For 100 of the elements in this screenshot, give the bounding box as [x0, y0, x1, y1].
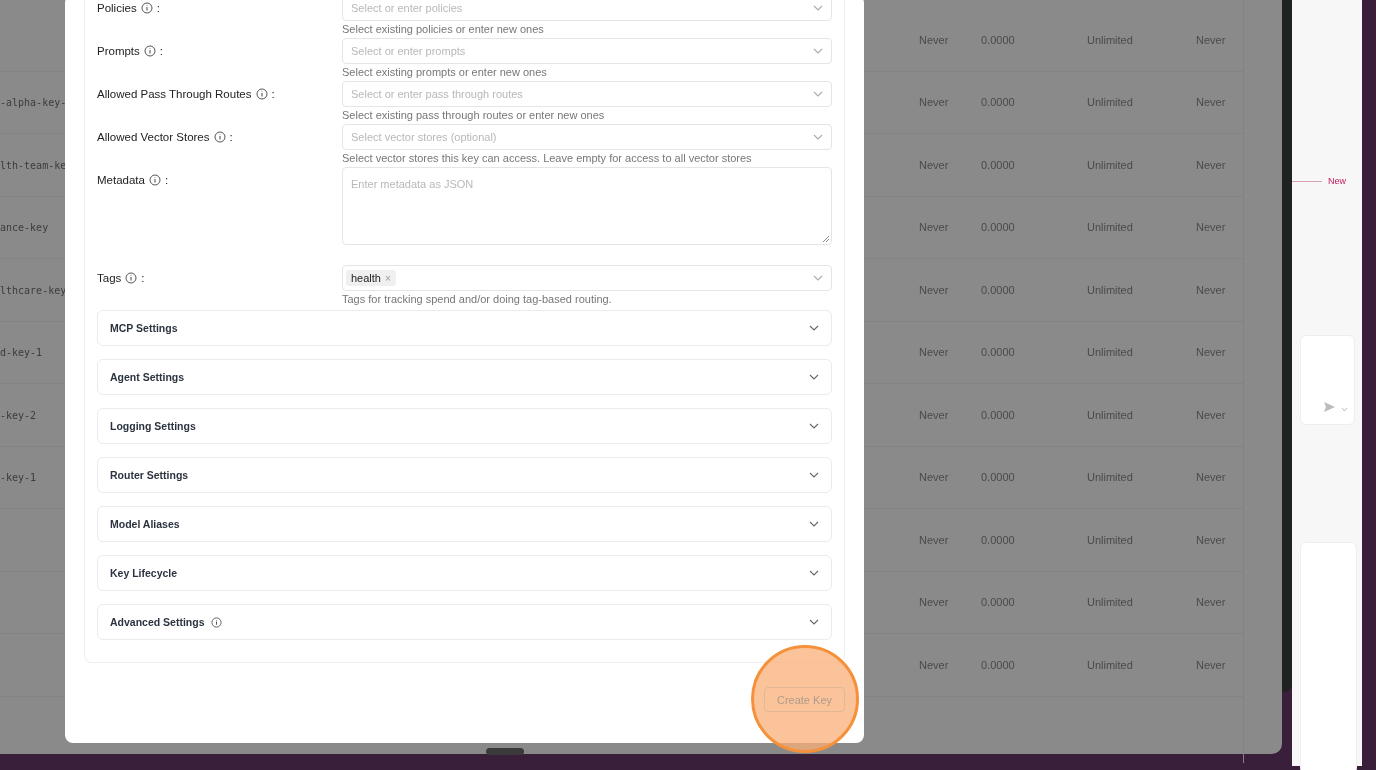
table-cell: 0.0000 [981, 221, 1015, 234]
table-cell: Unlimited [1087, 221, 1133, 234]
key-name-cell: -key-1 [0, 472, 37, 484]
table-cell: Never [919, 158, 949, 171]
resize-handle[interactable] [486, 748, 524, 755]
label-colon: : [141, 272, 145, 284]
info-icon [210, 616, 222, 628]
new-label: New [1328, 176, 1346, 186]
section-title: Advanced Settings [110, 616, 205, 628]
table-cell: Never [919, 346, 949, 359]
section-title: MCP Settings [110, 322, 178, 334]
table-cell: Unlimited [1087, 596, 1133, 609]
table-cell: Unlimited [1087, 533, 1133, 546]
key-name-cell: -key-2 [0, 409, 37, 421]
resize-grip-icon [823, 236, 829, 242]
section-title: Router Settings [110, 469, 189, 481]
tags-field[interactable]: health × [342, 265, 832, 291]
table-cell: Never [919, 408, 949, 421]
chevron-down-icon [809, 423, 819, 429]
accordion-section[interactable]: Key Lifecycle [97, 555, 832, 591]
table-cell: Never [1196, 471, 1226, 484]
section-title: Logging Settings [110, 420, 196, 432]
table-cell: 0.0000 [981, 533, 1015, 546]
table-cell: Never [1196, 533, 1226, 546]
info-icon [125, 272, 138, 284]
table-cell: Never [1196, 596, 1226, 609]
chevron-down-icon [813, 91, 823, 97]
field-label: Allowed Pass Through Routes [97, 88, 252, 100]
section-title: Agent Settings [110, 371, 185, 383]
tag-chip: health × [346, 270, 396, 286]
help-text: Select existing pass through routes or enter new ones [342, 108, 606, 123]
table-cell: Unlimited [1087, 408, 1133, 421]
key-name-cell: d-key-1 [0, 347, 43, 359]
table-cell: 0.0000 [981, 96, 1015, 109]
caret-icon[interactable] [1341, 407, 1348, 412]
table-cell: Never [1196, 283, 1226, 296]
help-text: Select existing policies or enter new ones [342, 22, 545, 37]
chevron-down-icon [813, 48, 823, 54]
accordion-section[interactable]: Model Aliases [97, 506, 832, 542]
field-label: Prompts [97, 45, 140, 57]
field-label: Metadata [97, 174, 145, 186]
table-cell: 0.0000 [981, 158, 1015, 171]
table-cell: Unlimited [1087, 33, 1133, 46]
table-cell: Never [919, 221, 949, 234]
table-cell: Never [919, 283, 949, 296]
table-cell: Never [919, 658, 949, 671]
key-name-cell: lthcare-key [0, 284, 67, 296]
table-cell: Unlimited [1087, 346, 1133, 359]
table-cell: 0.0000 [981, 471, 1015, 484]
table-cell: Unlimited [1087, 471, 1133, 484]
label-colon: : [159, 45, 164, 57]
field-label: Tags [97, 272, 122, 284]
chevron-down-icon [809, 619, 819, 625]
chevron-down-icon [809, 325, 819, 331]
key-name-cell: ance-key [0, 222, 49, 234]
field-label: Allowed Vector Stores [97, 131, 210, 143]
send-icon[interactable] [1324, 402, 1335, 412]
table-cell: Never [919, 533, 949, 546]
table-cell: Never [1196, 221, 1226, 234]
table-cell: Unlimited [1087, 658, 1133, 671]
table-cell: Unlimited [1087, 283, 1133, 296]
info-icon [255, 88, 268, 100]
table-cell: 0.0000 [981, 346, 1015, 359]
accordion-section[interactable]: Advanced Settings [97, 604, 832, 640]
label-colon: : [164, 174, 169, 186]
field-label: Policies [97, 2, 137, 14]
table-cell: 0.0000 [981, 596, 1015, 609]
accordion-section[interactable]: Agent Settings [97, 359, 832, 395]
table-cell: Never [919, 96, 949, 109]
table-cell: 0.0000 [981, 408, 1015, 421]
table-cell: 0.0000 [981, 283, 1015, 296]
accordion-section[interactable]: Router Settings [97, 457, 832, 493]
chevron-down-icon [809, 374, 819, 380]
accordion-section[interactable]: Logging Settings [97, 408, 832, 444]
help-text: Select existing prompts or enter new ones [342, 65, 548, 80]
info-icon [140, 2, 153, 14]
table-cell: Unlimited [1087, 158, 1133, 171]
chevron-down-icon [809, 472, 819, 478]
label-colon: : [156, 2, 160, 14]
key-name-cell: -alpha-key- [0, 97, 67, 109]
chevron-down-icon [813, 134, 823, 140]
label-colon: : [271, 88, 275, 100]
chevron-down-icon [809, 521, 819, 527]
table-cell: Never [1196, 346, 1226, 359]
table-cell: Never [919, 471, 949, 484]
table-cell: Never [919, 33, 949, 46]
chevron-down-icon [813, 275, 823, 281]
table-cell: 0.0000 [981, 658, 1015, 671]
chevron-down-icon [809, 570, 819, 576]
help-text: Select vector stores this key can access. Leave empty for access to all vector stores [342, 151, 753, 166]
accordion-section[interactable]: MCP Settings [97, 310, 832, 346]
section-title: Key Lifecycle [110, 567, 178, 579]
table-cell: Never [919, 596, 949, 609]
table-cell: Unlimited [1087, 96, 1133, 109]
table-cell: Never [1196, 158, 1226, 171]
table-cell: Never [1196, 96, 1226, 109]
table-cell: Never [1196, 33, 1226, 46]
info-icon [143, 45, 156, 57]
label-colon: : [229, 131, 233, 143]
key-name-cell: lth-team-ke [0, 159, 67, 171]
